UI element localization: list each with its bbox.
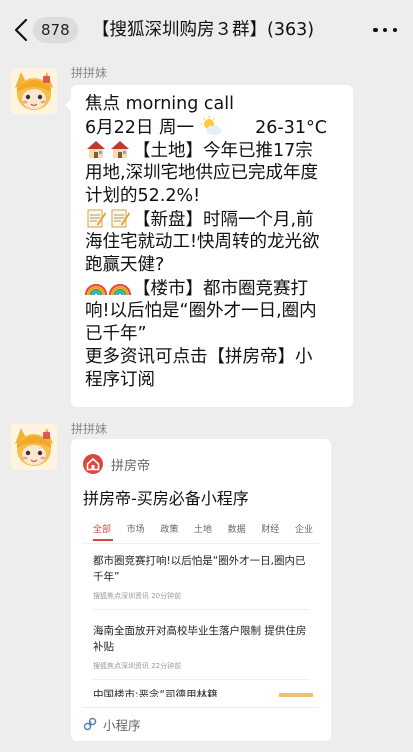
- news-title: 中国楼市:恶念“司德用林籍: [93, 689, 218, 697]
- sender-avatar[interactable]: [11, 424, 57, 470]
- divider: [93, 609, 309, 610]
- news-meta: 搜狐焦点深圳资讯 22分钟前: [93, 662, 182, 670]
- card-source-row: 拼房帝: [83, 453, 150, 475]
- more-options-button[interactable]: [373, 19, 397, 41]
- sender-name: 拼拼妹: [71, 422, 108, 436]
- message-line: 焦点 morning call: [85, 94, 234, 114]
- dot-icon: [382, 27, 388, 33]
- active-tab-indicator: [93, 539, 113, 541]
- message-temperature: 26-31°C: [255, 118, 327, 138]
- house-icon: [85, 139, 107, 159]
- unread-count-badge[interactable]: 878: [33, 17, 78, 43]
- message-text: 【土地】今年已推17宗: [133, 141, 313, 161]
- dot-icon: [373, 27, 378, 33]
- preview-tab: 全部: [93, 525, 112, 535]
- text-message-bubble[interactable]: 焦点 morning call 6月22日 周一 26-31°C 【土地】今年已…: [65, 85, 353, 407]
- news-thumbnail: [279, 693, 313, 697]
- preview-tab: 市场: [126, 525, 145, 535]
- preview-tab: 土地: [193, 525, 212, 535]
- mini-program-label: 小程序: [103, 717, 141, 733]
- back-button[interactable]: [10, 17, 32, 43]
- card-title: 拼房帝-买房必备小程序: [83, 489, 249, 508]
- memo-icon: [109, 208, 131, 228]
- news-title: 海南全面放开对高校毕业生落户限制 提供住房补贴: [93, 625, 307, 653]
- preview-tab: 数据: [227, 525, 246, 535]
- sun-behind-cloud-icon: [200, 116, 222, 136]
- card-footer: 小程序: [83, 715, 141, 733]
- house-icon: [109, 139, 131, 159]
- divider: [83, 543, 319, 544]
- message-line: 用地,深圳宅地供应已完成年度: [85, 163, 319, 183]
- message-text: 【新盘】时隔一个月,前: [133, 210, 314, 230]
- message-line: 计划的52.2%!: [85, 186, 201, 206]
- chat-header: 878 【搜狐深圳购房３群】(363): [0, 0, 413, 58]
- preview-tab: 企业: [294, 525, 313, 535]
- message-text: 【楼市】都市圈竞赛打: [133, 279, 308, 299]
- preview-tab: 财经: [261, 525, 280, 535]
- card-source-name: 拼房帝: [111, 458, 151, 474]
- chevron-left-icon: [14, 18, 28, 42]
- sender-avatar[interactable]: [11, 68, 57, 114]
- sender-name: 拼拼妹: [71, 66, 108, 80]
- rainbow-icon: [85, 277, 107, 297]
- message-line: 【土地】今年已推17宗: [85, 139, 343, 162]
- chat-title: 【搜狐深圳购房３群】(363): [92, 20, 315, 40]
- message-line: 跑赢天健?: [85, 255, 165, 275]
- divider: [83, 707, 319, 708]
- divider: [93, 679, 309, 680]
- message-line: 响!以后怕是“圈外才一日,圈内: [85, 301, 317, 321]
- mini-program-card[interactable]: 拼房帝 拼房帝-买房必备小程序 全部 市场 政策 土地 数据 财经 企业 都市圈…: [71, 439, 331, 741]
- news-meta: 搜狐焦点深圳资讯 20分钟前: [93, 592, 182, 600]
- home-logo-icon: [83, 454, 103, 474]
- message-line: 已千年”: [85, 324, 147, 344]
- memo-icon: [85, 208, 107, 228]
- message-line: 【新盘】时隔一个月,前: [85, 208, 343, 231]
- message-line: 海住宅就动工!快周转的龙光欲: [85, 232, 320, 252]
- mini-program-icon: [83, 717, 97, 731]
- preview-tabs: 全部 市场 政策 土地 数据 财经 企业: [93, 523, 313, 537]
- message-date: 6月22日 周一: [85, 118, 194, 138]
- message-line: 【楼市】都市圈竞赛打: [85, 277, 343, 300]
- card-preview: 全部 市场 政策 土地 数据 财经 企业 都市圈竞赛打响!以后怕是“圈外才一日,…: [83, 517, 319, 697]
- message-line: 程序订阅: [85, 370, 155, 390]
- message-line: 6月22日 周一 26-31°C: [85, 116, 343, 139]
- news-title: 都市圈竞赛打响!以后怕是“圈外才一日,圈内已千年”: [93, 555, 306, 583]
- message-line: 更多资讯可点击【拼房帝】小: [85, 347, 313, 367]
- preview-tab: 政策: [160, 525, 179, 535]
- dot-icon: [392, 27, 397, 33]
- rainbow-icon: [109, 277, 131, 297]
